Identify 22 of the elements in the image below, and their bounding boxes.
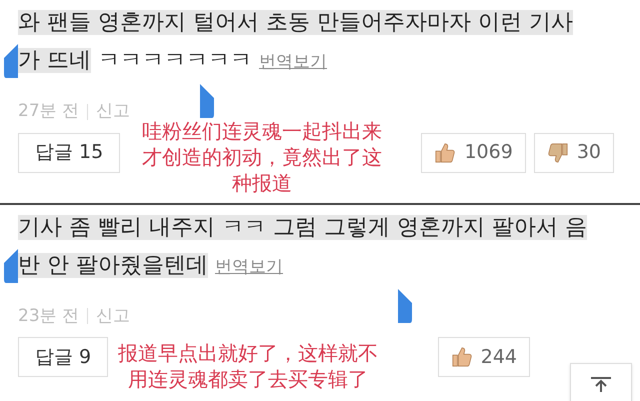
thumbs-down-icon (546, 142, 569, 164)
comment-text: 기사 좀 빨리 내주지 ㅋㅋ 그럼 그렇게 영혼까지 팔아서 음반 안 팔아줬을텐데 번역보기 (18, 214, 588, 280)
like-button[interactable]: 1069 (421, 132, 526, 172)
reply-button[interactable]: 답글 15 (18, 132, 120, 172)
selection-handle-icon[interactable] (4, 44, 18, 78)
selection-handle-icon[interactable] (4, 248, 18, 282)
translate-link[interactable]: 번역보기 (259, 52, 327, 72)
annotation-text: 报道早点出就好了，这样就不 用连灵魂都卖了去买专辑了 (117, 340, 379, 392)
like-button[interactable]: 244 (438, 337, 530, 377)
comment-time: 27분 전 (18, 100, 80, 123)
arrow-up-icon (589, 376, 613, 392)
thumbs-up-icon (434, 142, 456, 164)
selection-handle-icon[interactable] (398, 288, 412, 322)
comment-text: 와 팬들 영혼까지 털어서 초동 만들어주자마자 이런 기사가 뜨네 ㅋㅋㅋㅋㅋㅋㅋ 번역보기 (18, 9, 574, 75)
selection-handle-icon[interactable] (200, 84, 214, 118)
thumbs-up-icon (450, 346, 473, 368)
dislike-button[interactable]: 30 (534, 132, 614, 172)
comment-time: 23분 전 (18, 304, 80, 328)
translate-link[interactable]: 번역보기 (215, 256, 283, 276)
reply-button[interactable]: 답글 9 (18, 337, 108, 377)
annotation-text: 哇粉丝们连灵魂一起抖出来 才创造的初动，竟然出了这 种报道 (141, 118, 383, 196)
scroll-top-button[interactable] (570, 363, 632, 401)
